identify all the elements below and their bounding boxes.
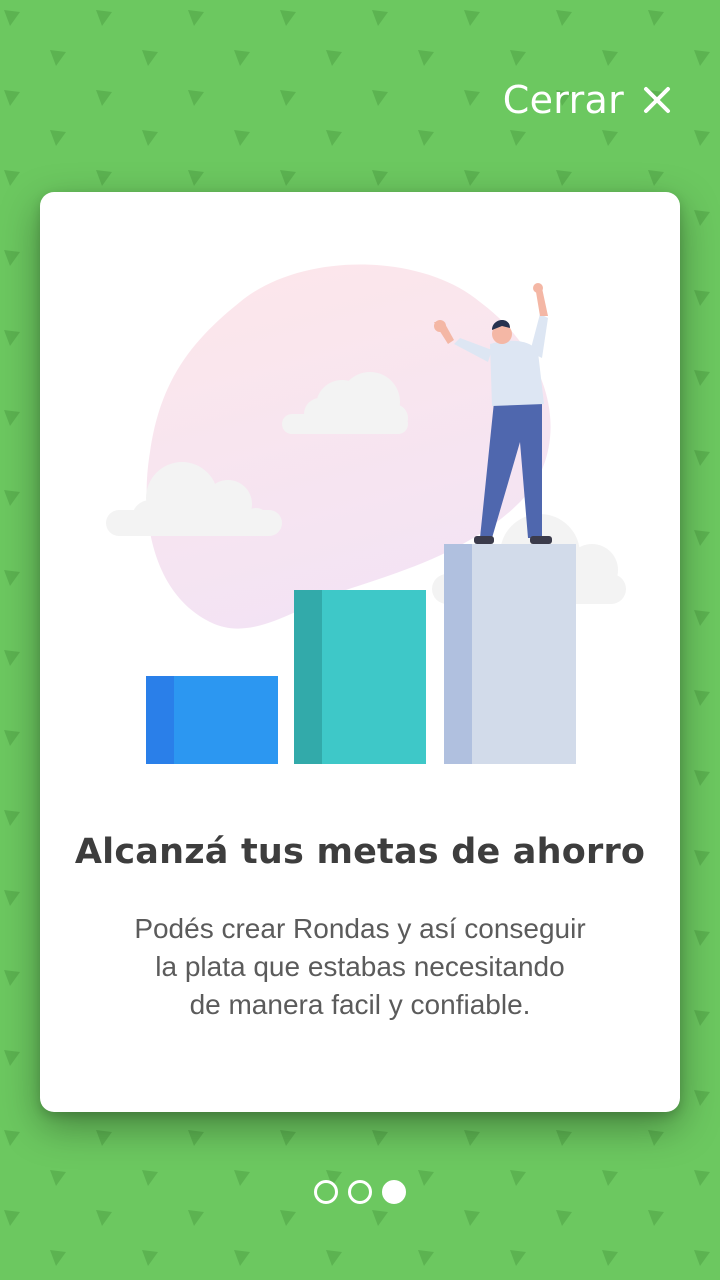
onboarding-screen: Cerrar Alcanzá tus metas de ahorro Podés…	[0, 0, 720, 1280]
bar-medium	[294, 590, 426, 764]
card-title: Alcanzá tus metas de ahorro	[74, 832, 646, 872]
close-button[interactable]: Cerrar	[503, 78, 672, 122]
onboarding-card: Alcanzá tus metas de ahorro Podés crear …	[40, 192, 680, 1112]
description-line: la plata que estabas necesitando	[155, 951, 565, 982]
close-label: Cerrar	[502, 78, 624, 122]
page-dot-1[interactable]	[314, 1180, 338, 1204]
page-indicator	[0, 1180, 720, 1204]
savings-goal-illustration	[106, 264, 626, 764]
bar-tall	[444, 544, 576, 764]
page-dot-3-active[interactable]	[382, 1180, 406, 1204]
description-line: Podés crear Rondas y así conseguir	[134, 913, 586, 944]
close-icon	[644, 87, 670, 113]
bar-small	[146, 676, 278, 764]
card-description: Podés crear Rondas y así conseguir la pl…	[90, 910, 630, 1024]
description-line: de manera facil y confiable.	[189, 989, 531, 1020]
page-dot-2[interactable]	[348, 1180, 372, 1204]
